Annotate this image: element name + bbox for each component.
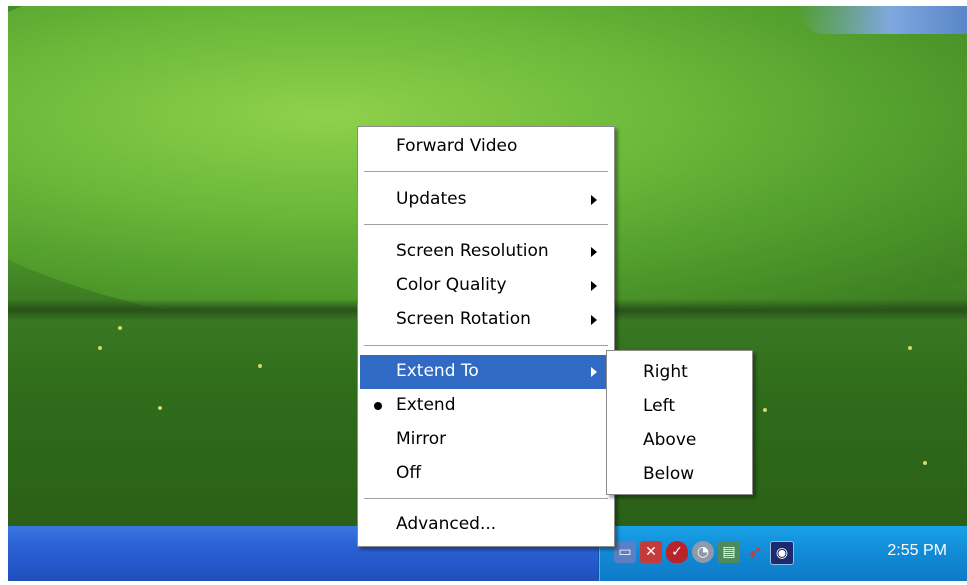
menu-item-label: Extend To: [396, 361, 479, 381]
flower: [908, 346, 912, 350]
submenu-item-label: Above: [643, 430, 697, 450]
submenu-arrow-icon: [591, 367, 597, 377]
wireless-icon[interactable]: ◉: [770, 541, 794, 565]
menu-item-label: Screen Resolution: [396, 241, 549, 261]
menu-item-label: Updates: [396, 189, 467, 209]
menu-item-mirror[interactable]: Mirror: [360, 423, 612, 457]
context-menu: Forward Video Updates Screen Resolution …: [357, 126, 615, 547]
submenu-item-left[interactable]: Left: [609, 390, 750, 424]
flower: [158, 406, 162, 410]
menu-item-advanced[interactable]: Advanced...: [360, 508, 612, 542]
network-icon[interactable]: ▭: [614, 541, 636, 563]
menu-item-label: Off: [396, 463, 422, 483]
submenu-item-right[interactable]: Right: [609, 356, 750, 390]
menu-item-extend-to[interactable]: Extend To: [360, 355, 612, 389]
submenu-item-label: Right: [643, 362, 688, 382]
clock[interactable]: 2:55 PM: [887, 542, 947, 560]
menu-item-extend[interactable]: Extend: [360, 389, 612, 423]
menu-item-screen-resolution[interactable]: Screen Resolution: [360, 235, 612, 269]
flower: [118, 326, 122, 330]
menu-item-label: Extend: [396, 395, 456, 415]
radio-bullet-icon: [374, 402, 382, 410]
menu-item-forward-video[interactable]: Forward Video: [360, 130, 612, 164]
menu-item-label: Color Quality: [396, 275, 507, 295]
flower: [258, 364, 262, 368]
menu-separator: [364, 224, 608, 226]
menu-item-label: Screen Rotation: [396, 309, 531, 329]
menu-item-off[interactable]: Off: [360, 457, 612, 491]
submenu-arrow-icon: [591, 281, 597, 291]
submenu-arrow-icon: [591, 247, 597, 257]
flower: [763, 408, 767, 412]
security-alert-icon[interactable]: ✕: [640, 541, 662, 563]
flower: [98, 346, 102, 350]
system-tray: ▭ ✕ ✓ ◔ ▤ ➶ ◉ 2:55 PM: [598, 526, 967, 581]
menu-item-label: Mirror: [396, 429, 447, 449]
menu-item-label: Forward Video: [396, 136, 518, 156]
display-icon[interactable]: ▤: [718, 541, 740, 563]
menu-separator: [364, 498, 608, 500]
red-bird-icon[interactable]: ➶: [744, 541, 766, 563]
submenu-item-label: Below: [643, 464, 695, 484]
menu-item-updates[interactable]: Updates: [360, 183, 612, 217]
submenu-item-label: Left: [643, 396, 675, 416]
shield-icon[interactable]: ✓: [666, 541, 688, 563]
submenu-item-above[interactable]: Above: [609, 424, 750, 458]
submenu-arrow-icon: [591, 195, 597, 205]
menu-item-screen-rotation[interactable]: Screen Rotation: [360, 303, 612, 337]
submenu-item-below[interactable]: Below: [609, 458, 750, 492]
menu-separator: [364, 345, 608, 347]
extend-to-submenu: Right Left Above Below: [606, 350, 753, 495]
volume-icon[interactable]: ◔: [692, 541, 714, 563]
submenu-arrow-icon: [591, 315, 597, 325]
sky-corner: [797, 6, 967, 34]
menu-item-color-quality[interactable]: Color Quality: [360, 269, 612, 303]
menu-item-label: Advanced...: [396, 514, 497, 534]
flower: [923, 461, 927, 465]
menu-separator: [364, 171, 608, 173]
